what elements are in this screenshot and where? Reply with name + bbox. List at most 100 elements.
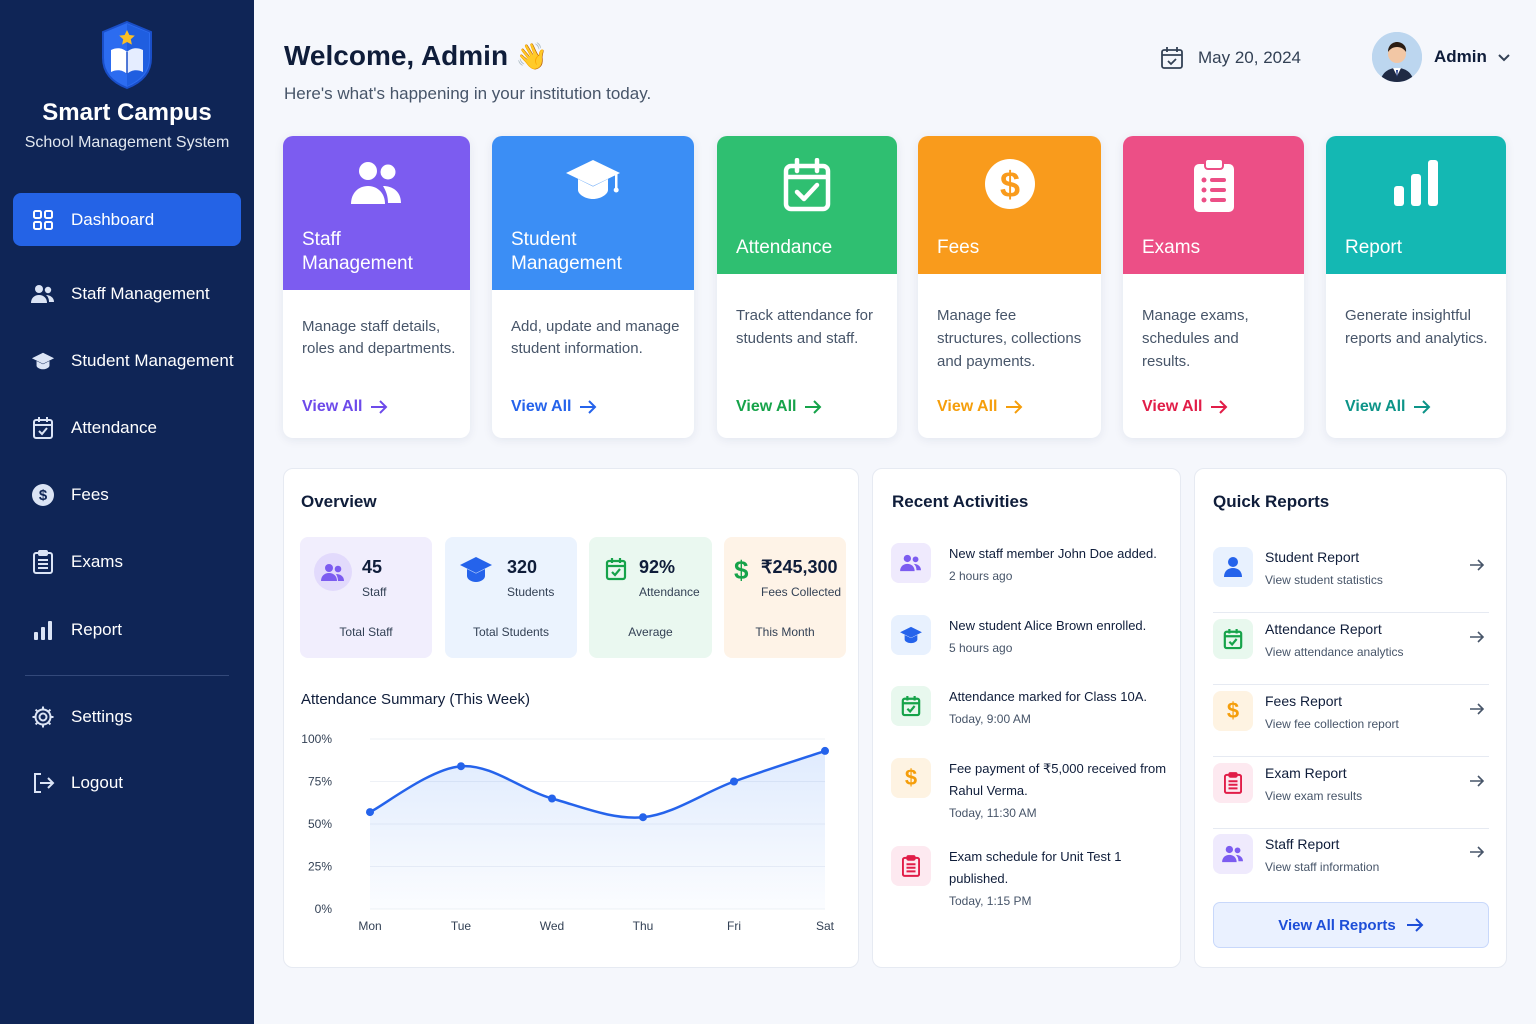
x-tick-label: Thu xyxy=(633,919,654,933)
users-icon xyxy=(891,543,931,583)
sidebar-item-label: Attendance xyxy=(71,417,158,437)
module-description: Add, update and manage student informati… xyxy=(511,318,680,357)
sidebar-item-exams[interactable]: Exams xyxy=(13,535,241,588)
view-all-link[interactable]: View All xyxy=(937,398,1023,416)
module-card-student[interactable]: Student Management Add, update and manag… xyxy=(492,136,694,438)
arrow-right-icon xyxy=(1211,400,1228,414)
module-title: Report xyxy=(1345,237,1403,258)
view-all-link[interactable]: View All xyxy=(736,398,822,416)
module-card-fees[interactable]: $ Fees Manage fee structures, collection… xyxy=(918,136,1101,438)
graduation-cap-icon xyxy=(891,615,931,655)
view-all-link[interactable]: View All xyxy=(511,398,597,416)
view-all-reports-button[interactable]: View All Reports xyxy=(1213,902,1489,948)
sidebar-item-dashboard[interactable]: Dashboard xyxy=(13,193,241,246)
calendar-check-icon xyxy=(605,557,627,581)
quick-report-staff[interactable]: Staff Report View staff information xyxy=(1213,828,1489,900)
nav-divider xyxy=(25,675,229,676)
report-subtitle: View fee collection report xyxy=(1265,717,1399,731)
dollar-icon: $ xyxy=(734,555,749,585)
sidebar-item-label: Settings xyxy=(71,706,133,726)
quick-report-exam[interactable]: Exam Report View exam results xyxy=(1213,757,1489,829)
calendar-check-icon xyxy=(31,416,55,440)
module-description: Manage exams, schedules and results. xyxy=(1142,307,1249,370)
stat-total-students: 320 Students Total Students xyxy=(445,537,577,658)
module-card-attendance[interactable]: Attendance Track attendance for students… xyxy=(717,136,897,438)
module-description: Manage staff details, roles and departme… xyxy=(302,318,456,357)
view-all-link[interactable]: View All xyxy=(1142,398,1228,416)
dollar-icon: $ xyxy=(31,483,55,507)
module-card-report[interactable]: Report Generate insightful reports and a… xyxy=(1326,136,1506,438)
sidebar-item-student-management[interactable]: Student Management xyxy=(13,334,241,387)
sidebar-item-logout[interactable]: Logout xyxy=(13,756,241,809)
stat-value: 92% xyxy=(639,557,676,577)
user-menu[interactable]: Admin xyxy=(1372,32,1511,82)
sidebar-item-label: Report xyxy=(71,619,123,639)
module-title: Attendance xyxy=(736,237,833,258)
report-subtitle: View staff information xyxy=(1265,860,1380,874)
sidebar-item-label: Staff Management xyxy=(71,283,210,303)
user-name: Admin xyxy=(1434,47,1487,66)
activity-text: Attendance marked for Class 10A. xyxy=(949,689,1147,704)
overview-panel: Overview 45 Staff Total Staff 320 Studen… xyxy=(283,468,859,968)
sidebar-item-report[interactable]: Report xyxy=(13,603,241,656)
svg-text:$: $ xyxy=(39,487,48,504)
arrow-right-icon xyxy=(371,400,388,414)
app-subtitle: School Management System xyxy=(24,134,230,151)
data-point xyxy=(730,777,738,786)
module-header: Student Management xyxy=(492,136,694,290)
stat-average-attendance: 92% Attendance Average xyxy=(589,537,712,658)
gear-icon xyxy=(31,705,55,729)
recent-activities-panel: Recent Activities New staff member John … xyxy=(872,468,1181,968)
graduation-cap-icon xyxy=(31,349,55,373)
arrow-right-icon xyxy=(1414,400,1431,414)
report-subtitle: View attendance analytics xyxy=(1265,645,1404,659)
sidebar-item-attendance[interactable]: Attendance xyxy=(13,401,241,454)
module-card-exams[interactable]: Exams Manage exams, schedules and result… xyxy=(1123,136,1304,438)
quick-report-attendance[interactable]: Attendance Report View attendance analyt… xyxy=(1213,613,1489,685)
stat-caption: Total Staff xyxy=(339,625,393,639)
activity-time: 5 hours ago xyxy=(949,641,1013,655)
shield-book-logo-icon xyxy=(100,20,154,90)
module-description: Track attendance for students and staff. xyxy=(736,307,874,347)
sidebar-item-label: Logout xyxy=(71,772,123,792)
sidebar-item-settings[interactable]: Settings xyxy=(13,690,241,743)
y-tick-label: 0% xyxy=(315,902,333,916)
chart-title: Attendance Summary (This Week) xyxy=(301,691,530,708)
sidebar-item-staff-management[interactable]: Staff Management xyxy=(13,267,241,320)
module-description: Generate insightful reports and analytic… xyxy=(1345,307,1488,347)
bar-chart-icon xyxy=(31,618,55,642)
users-icon xyxy=(1213,834,1253,874)
page-subtitle: Here's what's happening in your institut… xyxy=(284,84,652,103)
view-all-link[interactable]: View All xyxy=(302,398,388,416)
sidebar-item-label: Dashboard xyxy=(71,209,155,229)
report-title: Fees Report xyxy=(1265,693,1343,709)
arrow-right-icon xyxy=(1006,400,1023,414)
view-all-link[interactable]: View All xyxy=(1345,398,1431,416)
dollar-icon: $ xyxy=(1213,691,1253,731)
stat-label: Staff xyxy=(362,585,387,599)
sidebar-item-fees[interactable]: $ Fees xyxy=(13,468,241,521)
report-subtitle: View exam results xyxy=(1265,789,1363,803)
module-header: Attendance xyxy=(717,136,897,274)
module-title: Staff Management xyxy=(302,229,413,274)
arrow-right-icon xyxy=(1406,918,1424,932)
calendar-check-icon xyxy=(1213,619,1253,659)
activity-time: 2 hours ago xyxy=(949,569,1013,583)
sidebar: Smart Campus School Management System Da… xyxy=(0,0,254,1024)
stat-fees-collected: $ ₹245,300 Fees Collected This Month xyxy=(724,537,846,658)
report-title: Student Report xyxy=(1265,549,1360,565)
graduation-cap-icon xyxy=(459,555,493,585)
module-card-staff[interactable]: Staff Management Manage staff details, r… xyxy=(283,136,470,438)
arrow-right-icon xyxy=(1470,631,1485,643)
activity-text: Fee payment of ₹5,000 received from Rahu… xyxy=(949,761,1167,798)
stat-label: Attendance xyxy=(639,585,700,599)
stat-total-staff: 45 Staff Total Staff xyxy=(300,537,432,658)
x-tick-label: Wed xyxy=(540,919,564,933)
avatar xyxy=(1372,32,1422,82)
activity-text: New staff member John Doe added. xyxy=(949,546,1157,561)
quick-report-fees[interactable]: $ Fees Report View fee collection report xyxy=(1213,685,1489,757)
stat-value: 45 xyxy=(362,557,383,577)
quick-report-student[interactable]: Student Report View student statistics xyxy=(1213,541,1489,613)
activities-title: Recent Activities xyxy=(892,492,1029,511)
users-icon xyxy=(31,282,55,306)
